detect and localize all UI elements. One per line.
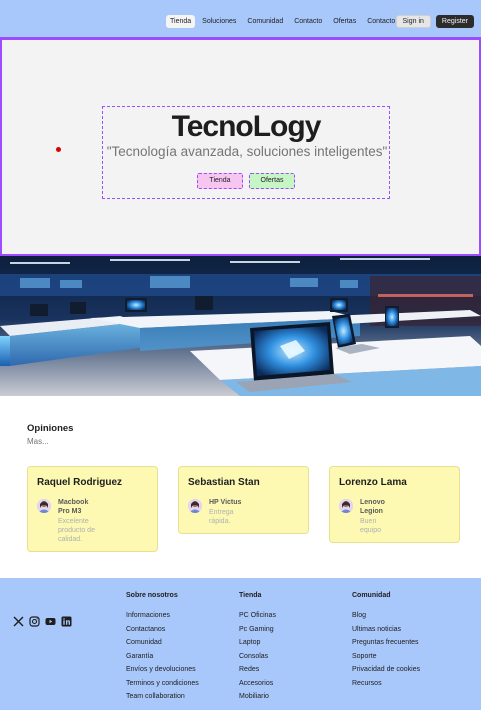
- youtube-icon[interactable]: [45, 614, 56, 625]
- review-text: Entrega rápida.: [209, 509, 234, 525]
- linkedin-icon[interactable]: [61, 614, 72, 627]
- footer-link[interactable]: Ultimas noticias: [352, 626, 420, 633]
- auth-buttons: Sign in Register: [395, 15, 474, 28]
- footer-heading: Sobre nosotros: [126, 592, 178, 599]
- footer-link[interactable]: Consolas: [239, 653, 276, 660]
- footer-link[interactable]: Accesorios: [239, 680, 276, 687]
- avatar: [37, 499, 51, 513]
- sign-in-button[interactable]: Sign in: [395, 15, 431, 28]
- hero-tienda-button[interactable]: Tienda: [197, 173, 243, 189]
- footer-column-tienda: Tienda PC Oficinas Pc Gaming Laptop Cons…: [239, 592, 276, 707]
- hero-title-box: TecnoLogy "Tecnología avanzada, solucion…: [102, 106, 390, 199]
- footer-link[interactable]: Informaciones: [126, 612, 199, 619]
- avatar: [188, 499, 202, 513]
- register-button[interactable]: Register: [435, 15, 474, 28]
- x-icon[interactable]: [13, 614, 24, 627]
- reviewer-name: Raquel Rodriguez: [37, 477, 123, 488]
- footer-link[interactable]: Recursos: [352, 680, 420, 687]
- footer-link[interactable]: Preguntas frecuentes: [352, 639, 420, 646]
- product-name: Macbook Pro M3: [58, 499, 89, 515]
- footer-link[interactable]: Laptop: [239, 639, 276, 646]
- top-navbar: Tienda Soluciones Comunidad Contacto Ofe…: [0, 0, 481, 40]
- review-card: Lorenzo Lama Lenovo Legion Buen equipo: [329, 466, 460, 543]
- footer-link[interactable]: Envíos y devoluciones: [126, 666, 199, 673]
- footer-link[interactable]: Mobiliario: [239, 693, 276, 700]
- nav-link-contacto-2[interactable]: Contacto: [363, 15, 399, 28]
- nav-link-contacto[interactable]: Contacto: [290, 15, 326, 28]
- opinions-more-link[interactable]: Mas...: [27, 437, 49, 446]
- footer-link[interactable]: Contactanos: [126, 626, 199, 633]
- reviewer-name: Sebastian Stan: [188, 477, 260, 488]
- opinions-title: Opiniones: [27, 423, 74, 434]
- footer-heading: Tienda: [239, 592, 262, 599]
- reviewer-name: Lorenzo Lama: [339, 477, 407, 488]
- review-card: Raquel Rodriguez Macbook Pro M3 Excelent…: [27, 466, 158, 552]
- nav-link-ofertas[interactable]: Ofertas: [329, 15, 360, 28]
- nav-link-tienda[interactable]: Tienda: [166, 15, 196, 28]
- footer-link[interactable]: Privacidad de cookies: [352, 666, 420, 673]
- review-text: Excelente producto de calidad.: [58, 518, 95, 543]
- instagram-icon[interactable]: [29, 614, 40, 627]
- hero-section: TecnoLogy "Tecnología avanzada, solucion…: [0, 40, 481, 256]
- hero-ofertas-button[interactable]: Ofertas: [249, 173, 295, 189]
- social-icons: [13, 614, 72, 627]
- footer-link[interactable]: Team collaboration: [126, 693, 199, 700]
- review-card: Sebastian Stan HP Victus Entrega rápida.: [178, 466, 309, 534]
- product-name: HP Victus: [209, 499, 242, 506]
- avatar: [339, 499, 353, 513]
- footer-heading: Comunidad: [352, 592, 391, 599]
- nav-links: Tienda Soluciones Comunidad Contacto Ofe…: [166, 15, 402, 28]
- footer-link[interactable]: Pc Gaming: [239, 626, 276, 633]
- footer-link[interactable]: Garantía: [126, 653, 199, 660]
- footer-link[interactable]: Blog: [352, 612, 420, 619]
- footer: Sobre nosotros Informaciones Contactanos…: [0, 578, 481, 710]
- nav-link-soluciones[interactable]: Soluciones: [198, 15, 240, 28]
- footer-link[interactable]: Terminos y condiciones: [126, 680, 199, 687]
- red-dot-marker: [56, 147, 61, 152]
- footer-column-comunidad: Comunidad Blog Ultimas noticias Pregunta…: [352, 592, 420, 693]
- nav-link-comunidad[interactable]: Comunidad: [243, 15, 287, 28]
- store-banner-image: [0, 256, 481, 396]
- product-name: Lenovo Legion: [360, 499, 385, 515]
- footer-link[interactable]: PC Oficinas: [239, 612, 276, 619]
- footer-link[interactable]: Redes: [239, 666, 276, 673]
- hero-subtitle: "Tecnología avanzada, soluciones intelig…: [106, 144, 388, 159]
- hero-title: TecnoLogy: [171, 110, 322, 143]
- footer-column-sobre-nosotros: Sobre nosotros Informaciones Contactanos…: [126, 592, 199, 707]
- footer-link[interactable]: Soporte: [352, 653, 420, 660]
- footer-link[interactable]: Comunidad: [126, 639, 199, 646]
- review-text: Buen equipo: [360, 518, 382, 534]
